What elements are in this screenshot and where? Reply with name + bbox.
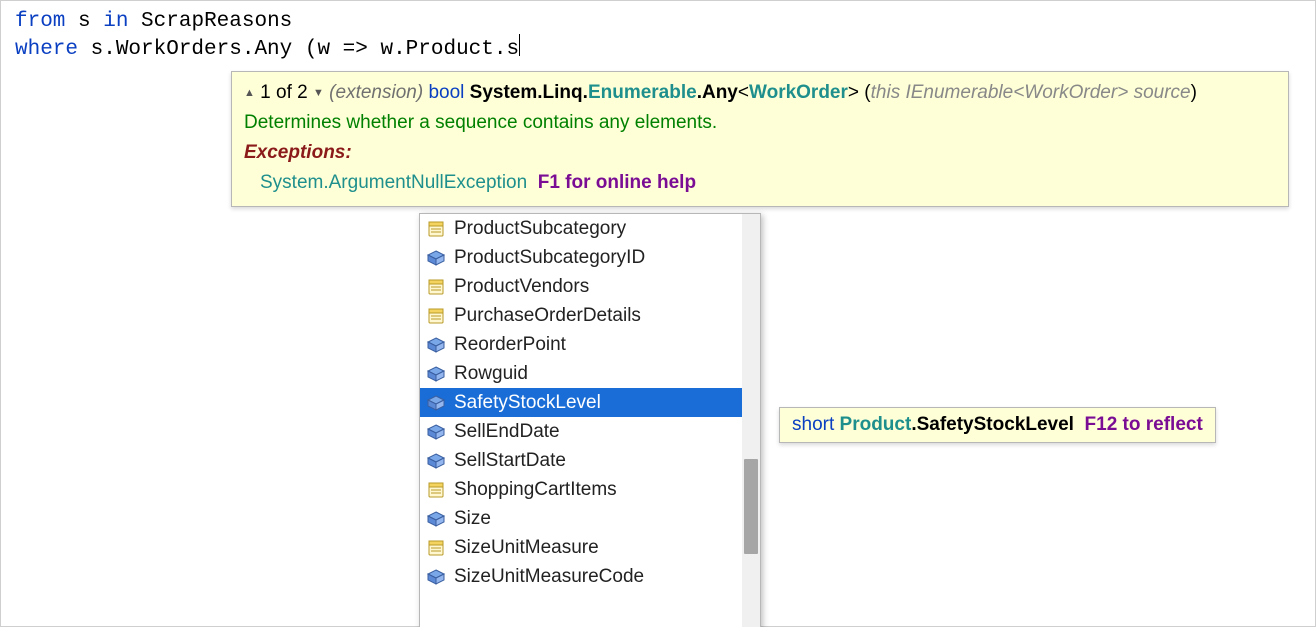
field-icon <box>426 249 446 267</box>
member-return-type: short <box>792 414 834 435</box>
sig-ns: System.Linq. <box>470 82 588 103</box>
autocomplete-item-label: SafetyStockLevel <box>454 392 601 414</box>
field-icon <box>426 452 446 470</box>
autocomplete-item[interactable]: ReorderPoint <box>420 330 742 359</box>
autocomplete-item[interactable]: ProductSubcategoryID <box>420 243 742 272</box>
sig-generic-arg: WorkOrder <box>749 82 848 103</box>
autocomplete-item-label: SellEndDate <box>454 421 560 443</box>
autocomplete-item-label: ProductSubcategoryID <box>454 247 645 269</box>
class-icon <box>426 278 446 296</box>
autocomplete-item[interactable]: SizeUnitMeasureCode <box>420 562 742 591</box>
autocomplete-item-label: ShoppingCartItems <box>454 479 617 501</box>
field-icon <box>426 568 446 586</box>
autocomplete-item[interactable]: SellStartDate <box>420 446 742 475</box>
class-icon <box>426 539 446 557</box>
exceptions-label: Exceptions: <box>242 138 1278 168</box>
code-text: s <box>65 10 103 33</box>
field-icon <box>426 423 446 441</box>
autocomplete-item-label: ReorderPoint <box>454 334 566 356</box>
exception-name: System.ArgumentNullException <box>260 172 527 193</box>
extension-label: (extension) <box>329 82 428 103</box>
autocomplete-scrollbar[interactable] <box>742 214 760 627</box>
scrollbar-thumb[interactable] <box>744 459 758 554</box>
text-cursor <box>519 34 520 56</box>
member-tooltip: short Product.SafetyStockLevel F12 to re… <box>779 407 1216 443</box>
overload-up-arrow-icon[interactable]: ▲ <box>244 87 255 99</box>
field-icon <box>426 510 446 528</box>
autocomplete-item-label: SizeUnitMeasureCode <box>454 566 644 588</box>
autocomplete-item-label: ProductSubcategory <box>454 218 626 240</box>
keyword-from: from <box>15 10 65 33</box>
summary-text: Determines whether a sequence contains a… <box>242 108 1278 138</box>
autocomplete-item[interactable]: Size <box>420 504 742 533</box>
return-type: bool <box>428 82 464 103</box>
autocomplete-item[interactable]: SizeUnitMeasure <box>420 533 742 562</box>
code-area[interactable]: from s in ScrapReasons where s.WorkOrder… <box>1 1 1315 62</box>
keyword-where: where <box>15 38 78 61</box>
autocomplete-item-label: PurchaseOrderDetails <box>454 305 641 327</box>
autocomplete-item[interactable]: PurchaseOrderDetails <box>420 301 742 330</box>
autocomplete-item[interactable]: SafetyStockLevel <box>420 388 742 417</box>
field-icon <box>426 394 446 412</box>
member-class: Product <box>840 414 912 435</box>
signature-tooltip: ▲ 1 of 2 ▼ (extension) bool System.Linq.… <box>231 71 1289 207</box>
overload-counter: 1 of 2 <box>255 82 313 103</box>
code-editor-pane[interactable]: from s in ScrapReasons where s.WorkOrder… <box>0 0 1316 627</box>
sig-class: Enumerable <box>588 82 697 103</box>
autocomplete-item[interactable]: ProductSubcategory <box>420 214 742 243</box>
sig-method: Any <box>702 82 738 103</box>
overload-down-arrow-icon[interactable]: ▼ <box>313 87 324 99</box>
class-icon <box>426 220 446 238</box>
class-icon <box>426 481 446 499</box>
autocomplete-item-label: ProductVendors <box>454 276 589 298</box>
autocomplete-item[interactable]: ProductVendors <box>420 272 742 301</box>
autocomplete-item-label: SellStartDate <box>454 450 566 472</box>
autocomplete-item[interactable]: ShoppingCartItems <box>420 475 742 504</box>
exception-row: System.ArgumentNullException F1 for onli… <box>242 168 1278 198</box>
field-icon <box>426 365 446 383</box>
autocomplete-item[interactable]: SellEndDate <box>420 417 742 446</box>
code-text: s.WorkOrders.Any (w => w.Product.s <box>78 38 519 61</box>
autocomplete-list[interactable]: ProductSubcategory ProductSubcategoryID Pr… <box>420 214 742 627</box>
keyword-in: in <box>103 10 128 33</box>
autocomplete-item[interactable]: Rowguid <box>420 359 742 388</box>
sig-params: this IEnumerable<WorkOrder> source <box>871 82 1191 103</box>
f12-reflect-label: F12 to reflect <box>1085 414 1203 435</box>
field-icon <box>426 336 446 354</box>
class-icon <box>426 307 446 325</box>
autocomplete-item-label: Rowguid <box>454 363 528 385</box>
member-name: SafetyStockLevel <box>917 414 1074 435</box>
signature-line: ▲ 1 of 2 ▼ (extension) bool System.Linq.… <box>242 78 1278 108</box>
autocomplete-popup[interactable]: ProductSubcategory ProductSubcategoryID Pr… <box>419 213 761 627</box>
f1-help-label: F1 for online help <box>538 172 696 193</box>
autocomplete-item-label: SizeUnitMeasure <box>454 537 599 559</box>
code-text: ScrapReasons <box>128 10 292 33</box>
autocomplete-item-label: Size <box>454 508 491 530</box>
